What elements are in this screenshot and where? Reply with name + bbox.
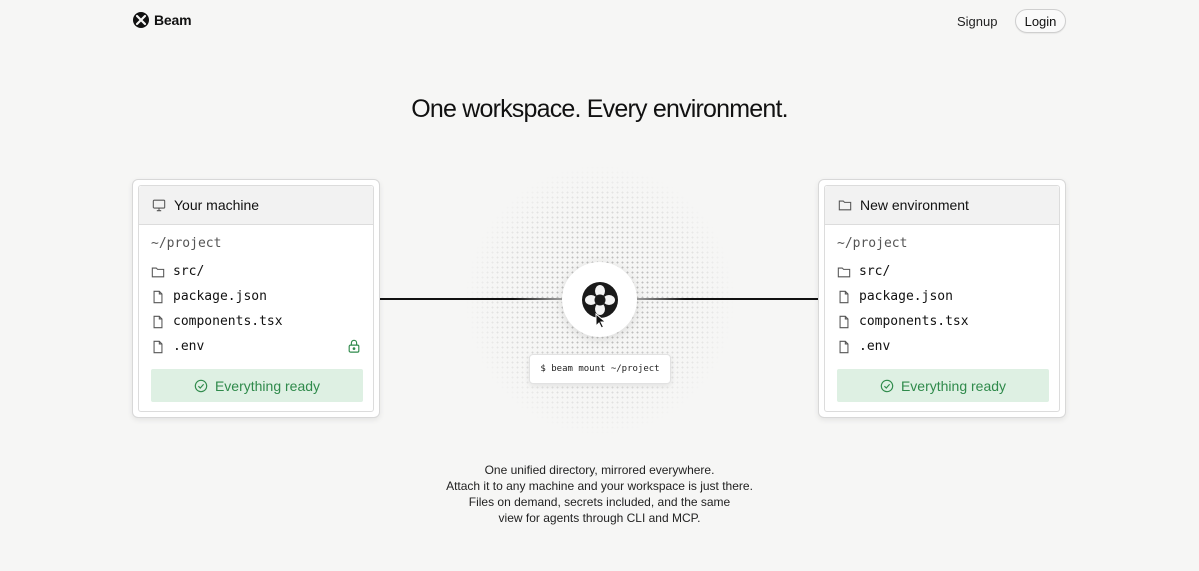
panel-header: New environment xyxy=(825,186,1059,225)
file-icon xyxy=(839,315,849,328)
status-badge: Everything ready xyxy=(151,369,363,402)
file-row-src[interactable]: src/ xyxy=(837,264,890,279)
status-badge: Everything ready xyxy=(837,369,1049,402)
folder-icon xyxy=(837,267,851,277)
description-line: view for agents through CLI and MCP. xyxy=(498,511,701,525)
status-text: Everything ready xyxy=(900,377,1007,394)
feature-description: One unified directory, mirrored everywhe… xyxy=(0,462,1199,526)
page-title: One workspace. Every environment. xyxy=(411,95,788,123)
check-circle-icon xyxy=(194,379,208,392)
lock-icon xyxy=(348,339,360,353)
file-row-components-tsx[interactable]: components.tsx xyxy=(837,314,969,329)
mouse-cursor-icon xyxy=(595,313,607,329)
file-name: .env xyxy=(173,339,205,354)
project-path: ~/project xyxy=(837,236,908,251)
file-icon xyxy=(839,290,849,303)
panel-header: Your machine xyxy=(139,186,373,225)
monitor-icon xyxy=(152,199,166,212)
signup-link[interactable]: Signup xyxy=(957,14,997,29)
description-line: Attach it to any machine and your worksp… xyxy=(446,479,753,493)
project-path: ~/project xyxy=(151,236,222,251)
new-environment-panel: New environment ~/project src/ package.j… xyxy=(818,179,1066,418)
file-row-src[interactable]: src/ xyxy=(151,264,204,279)
file-row-env[interactable]: .env xyxy=(151,339,204,354)
check-circle-icon xyxy=(880,379,894,392)
folder-icon xyxy=(151,267,165,277)
panel-title: Your machine xyxy=(174,197,260,213)
mount-command: $ beam mount ~/project xyxy=(529,354,671,384)
login-button[interactable]: Login xyxy=(1015,9,1066,33)
file-row-package-json[interactable]: package.json xyxy=(151,289,267,304)
beam-logo-icon xyxy=(133,12,149,28)
file-name: src/ xyxy=(173,264,205,279)
file-name: components.tsx xyxy=(859,314,969,329)
panel-title: New environment xyxy=(860,197,969,213)
file-row-env[interactable]: .env xyxy=(837,339,890,354)
file-row-components-tsx[interactable]: components.tsx xyxy=(151,314,283,329)
right-connector-line xyxy=(628,298,819,300)
file-icon xyxy=(839,340,849,353)
folder-icon xyxy=(838,200,852,211)
file-icon xyxy=(153,315,163,328)
file-name: package.json xyxy=(859,289,953,304)
file-icon xyxy=(153,290,163,303)
brand-logo[interactable]: Beam xyxy=(133,12,192,28)
file-name: package.json xyxy=(173,289,267,304)
file-name: components.tsx xyxy=(173,314,283,329)
description-line: One unified directory, mirrored everywhe… xyxy=(484,463,715,477)
brand-name: Beam xyxy=(154,12,192,28)
description-line: Files on demand, secrets included, and t… xyxy=(468,495,731,509)
file-icon xyxy=(153,340,163,353)
your-machine-panel: Your machine ~/project src/ package.json… xyxy=(132,179,380,418)
file-name: .env xyxy=(859,339,891,354)
file-name: src/ xyxy=(859,264,891,279)
left-connector-line xyxy=(380,298,570,300)
file-row-package-json[interactable]: package.json xyxy=(837,289,953,304)
status-text: Everything ready xyxy=(214,377,321,394)
